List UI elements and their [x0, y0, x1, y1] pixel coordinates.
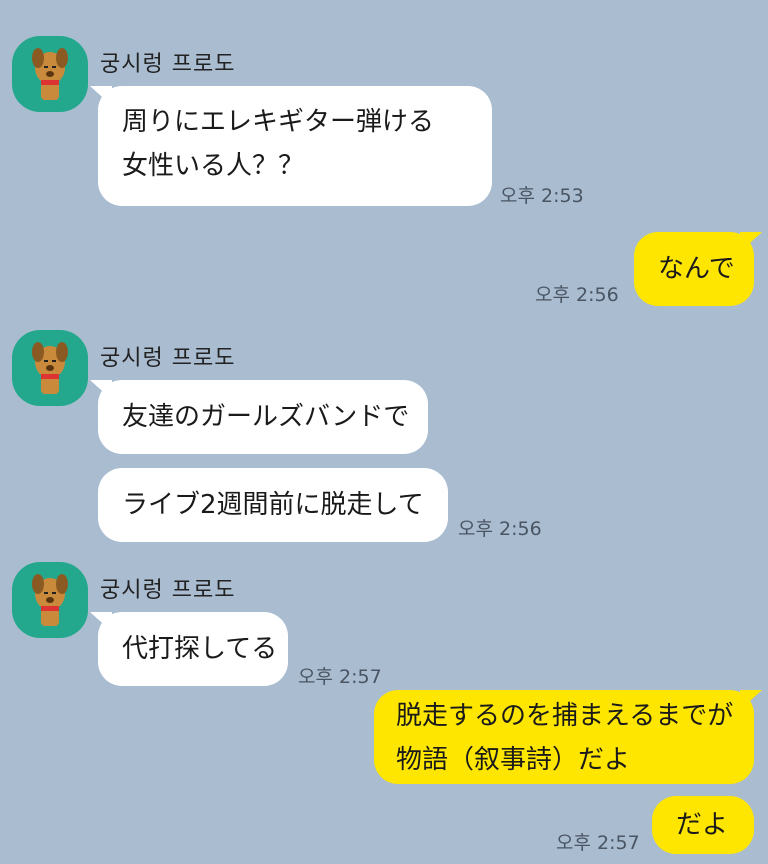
bubble-tail — [740, 690, 762, 710]
message-bubble[interactable]: 代打探してる — [90, 612, 288, 686]
message-text: 代打探してる — [122, 634, 278, 664]
message-text: 周りにエレキギター弾ける — [122, 107, 435, 137]
bubble-tail — [740, 232, 762, 252]
bubble-tail — [90, 612, 112, 632]
sender-name: 궁시렁 프로도 — [100, 52, 236, 77]
message-text: 物語（叙事詩）だよ — [396, 745, 631, 775]
message-bubble[interactable]: なんで — [634, 232, 762, 306]
sender-name: 궁시렁 프로도 — [100, 346, 236, 371]
message-bubble[interactable]: だよ — [652, 796, 754, 854]
sender-name: 궁시렁 프로도 — [100, 578, 236, 603]
bubble-tail — [90, 86, 112, 106]
message-text: だよ — [676, 810, 729, 840]
bubble-tail — [90, 380, 112, 400]
timestamp: 오후 2:56 — [535, 284, 619, 306]
timestamp: 오후 2:57 — [298, 666, 382, 688]
avatar[interactable] — [12, 36, 88, 112]
message-bubble[interactable]: ライブ2週間前に脱走して — [98, 468, 448, 542]
dog-avatar-icon — [32, 342, 68, 394]
avatar[interactable] — [12, 330, 88, 406]
message-bubble[interactable]: 友達のガールズバンドで — [90, 380, 428, 454]
timestamp: 오후 2:53 — [500, 185, 584, 207]
timestamp: 오후 2:57 — [556, 832, 640, 854]
message-text: 友達のガールズバンドで — [122, 402, 410, 432]
message-text: 女性いる人？？ — [122, 151, 305, 181]
dog-avatar-icon — [32, 48, 68, 100]
dog-avatar-icon — [32, 574, 68, 626]
timestamp: 오후 2:56 — [458, 518, 542, 540]
message-bubble[interactable]: 脱走するのを捕まえるまでが 物語（叙事詩）だよ — [374, 690, 762, 784]
message-text: 脱走するのを捕まえるまでが — [396, 701, 734, 731]
avatar[interactable] — [12, 562, 88, 638]
message-text: ライブ2週間前に脱走して — [122, 490, 424, 520]
message-bubble[interactable]: 周りにエレキギター弾ける 女性いる人？？ — [90, 86, 492, 206]
message-text: なんで — [658, 254, 735, 284]
